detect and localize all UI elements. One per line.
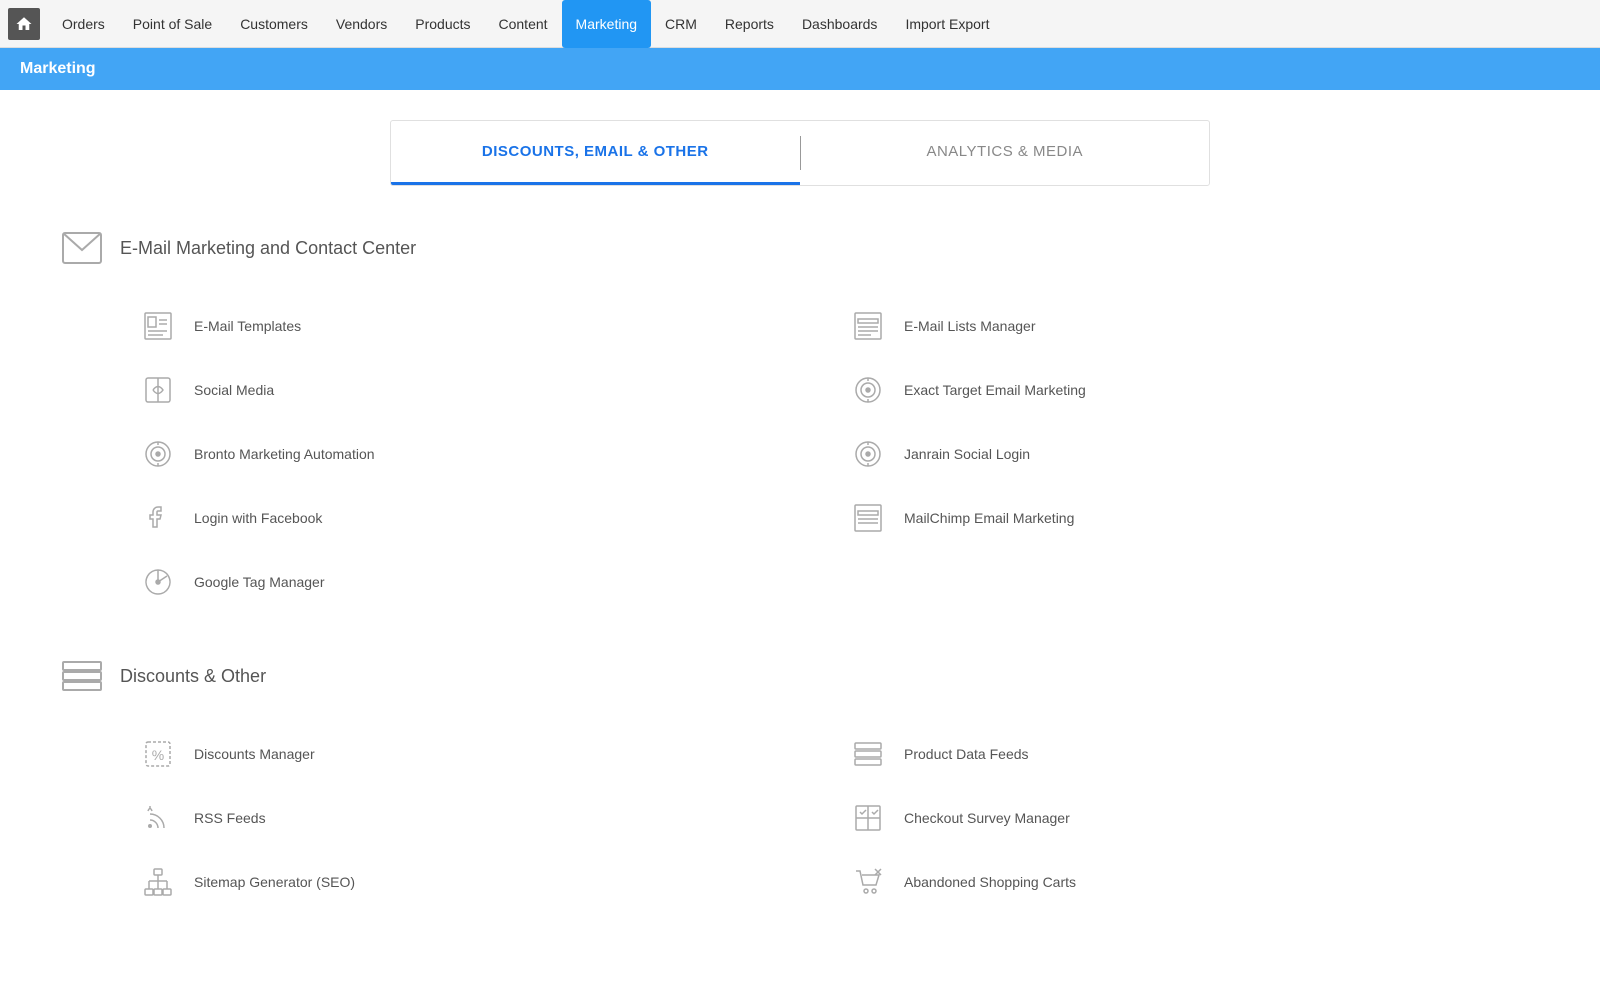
- home-button[interactable]: [8, 8, 40, 40]
- list-item[interactable]: E-Mail Lists Manager: [830, 294, 1540, 358]
- list-item[interactable]: Exact Target Email Marketing: [830, 358, 1540, 422]
- nav-menu: Orders Point of Sale Customers Vendors P…: [48, 0, 1003, 48]
- nav-orders[interactable]: Orders: [48, 0, 119, 48]
- mailchimp-icon: [850, 500, 886, 536]
- rss-feeds-label: RSS Feeds: [194, 810, 266, 826]
- list-item[interactable]: Social Media: [120, 358, 830, 422]
- facebook-icon: [140, 500, 176, 536]
- discounts-section-title: Discounts & Other: [120, 666, 266, 687]
- email-marketing-section: E-Mail Marketing and Contact Center E-Ma…: [60, 226, 1540, 614]
- list-item[interactable]: Google Tag Manager: [120, 550, 830, 614]
- list-item[interactable]: Abandoned Shopping Carts: [830, 850, 1540, 914]
- email-lists-label: E-Mail Lists Manager: [904, 318, 1036, 334]
- bronto-icon: [140, 436, 176, 472]
- nav-pos[interactable]: Point of Sale: [119, 0, 226, 48]
- tab-bar: DISCOUNTS, EMAIL & OTHER ANALYTICS & MED…: [390, 120, 1210, 186]
- top-nav: Orders Point of Sale Customers Vendors P…: [0, 0, 1600, 48]
- survey-icon: [850, 800, 886, 836]
- google-tag-icon: [140, 564, 176, 600]
- facebook-label: Login with Facebook: [194, 510, 322, 526]
- tab-discounts-email[interactable]: DISCOUNTS, EMAIL & OTHER: [391, 121, 800, 185]
- product-data-feeds-label: Product Data Feeds: [904, 746, 1029, 762]
- email-list-icon: [850, 308, 886, 344]
- checkout-survey-label: Checkout Survey Manager: [904, 810, 1070, 826]
- nav-dashboards[interactable]: Dashboards: [788, 0, 892, 48]
- discounts-manager-label: Discounts Manager: [194, 746, 315, 762]
- sitemap-icon: [140, 864, 176, 900]
- nav-marketing[interactable]: Marketing: [562, 0, 651, 48]
- discounts-section-icon: [60, 654, 104, 698]
- discount-icon: %: [140, 736, 176, 772]
- list-item-empty: [830, 550, 1540, 614]
- social-media-icon: [140, 372, 176, 408]
- nav-customers[interactable]: Customers: [226, 0, 322, 48]
- exact-target-label: Exact Target Email Marketing: [904, 382, 1086, 398]
- tab-analytics-media[interactable]: ANALYTICS & MEDIA: [801, 121, 1210, 185]
- abandoned-carts-label: Abandoned Shopping Carts: [904, 874, 1076, 890]
- sitemap-label: Sitemap Generator (SEO): [194, 874, 355, 890]
- list-item[interactable]: % Discounts Manager: [120, 722, 830, 786]
- section-header-discounts: Discounts & Other: [60, 654, 1540, 698]
- email-templates-label: E-Mail Templates: [194, 318, 301, 334]
- email-items-grid: E-Mail Templates E-Mail Lists Manager: [60, 294, 1540, 614]
- list-item[interactable]: E-Mail Templates: [120, 294, 830, 358]
- list-item[interactable]: Product Data Feeds: [830, 722, 1540, 786]
- social-media-label: Social Media: [194, 382, 274, 398]
- email-template-icon: [140, 308, 176, 344]
- svg-text:%: %: [152, 747, 164, 763]
- mailchimp-label: MailChimp Email Marketing: [904, 510, 1074, 526]
- list-item[interactable]: MailChimp Email Marketing: [830, 486, 1540, 550]
- rss-icon: [140, 800, 176, 836]
- list-item[interactable]: Sitemap Generator (SEO): [120, 850, 830, 914]
- list-item[interactable]: RSS Feeds: [120, 786, 830, 850]
- section-header-email: E-Mail Marketing and Contact Center: [60, 226, 1540, 270]
- nav-crm[interactable]: CRM: [651, 0, 711, 48]
- nav-products[interactable]: Products: [401, 0, 484, 48]
- janrain-icon: [850, 436, 886, 472]
- list-item[interactable]: Bronto Marketing Automation: [120, 422, 830, 486]
- list-item[interactable]: Janrain Social Login: [830, 422, 1540, 486]
- email-section-title: E-Mail Marketing and Contact Center: [120, 238, 416, 259]
- nav-import-export[interactable]: Import Export: [891, 0, 1003, 48]
- list-item[interactable]: Checkout Survey Manager: [830, 786, 1540, 850]
- nav-content[interactable]: Content: [485, 0, 562, 48]
- list-item[interactable]: Login with Facebook: [120, 486, 830, 550]
- page-header: Marketing: [0, 48, 1600, 90]
- google-tag-label: Google Tag Manager: [194, 574, 325, 590]
- abandoned-cart-icon: [850, 864, 886, 900]
- email-section-icon: [60, 226, 104, 270]
- main-content: DISCOUNTS, EMAIL & OTHER ANALYTICS & MED…: [0, 90, 1600, 984]
- nav-vendors[interactable]: Vendors: [322, 0, 401, 48]
- data-feeds-icon: [850, 736, 886, 772]
- bronto-label: Bronto Marketing Automation: [194, 446, 375, 462]
- discounts-items-grid: % Discounts Manager Product Data Feeds: [60, 722, 1540, 914]
- exact-target-icon: [850, 372, 886, 408]
- nav-reports[interactable]: Reports: [711, 0, 788, 48]
- discounts-section: Discounts & Other % Discounts Manager: [60, 654, 1540, 914]
- janrain-label: Janrain Social Login: [904, 446, 1030, 462]
- page-title: Marketing: [20, 60, 96, 77]
